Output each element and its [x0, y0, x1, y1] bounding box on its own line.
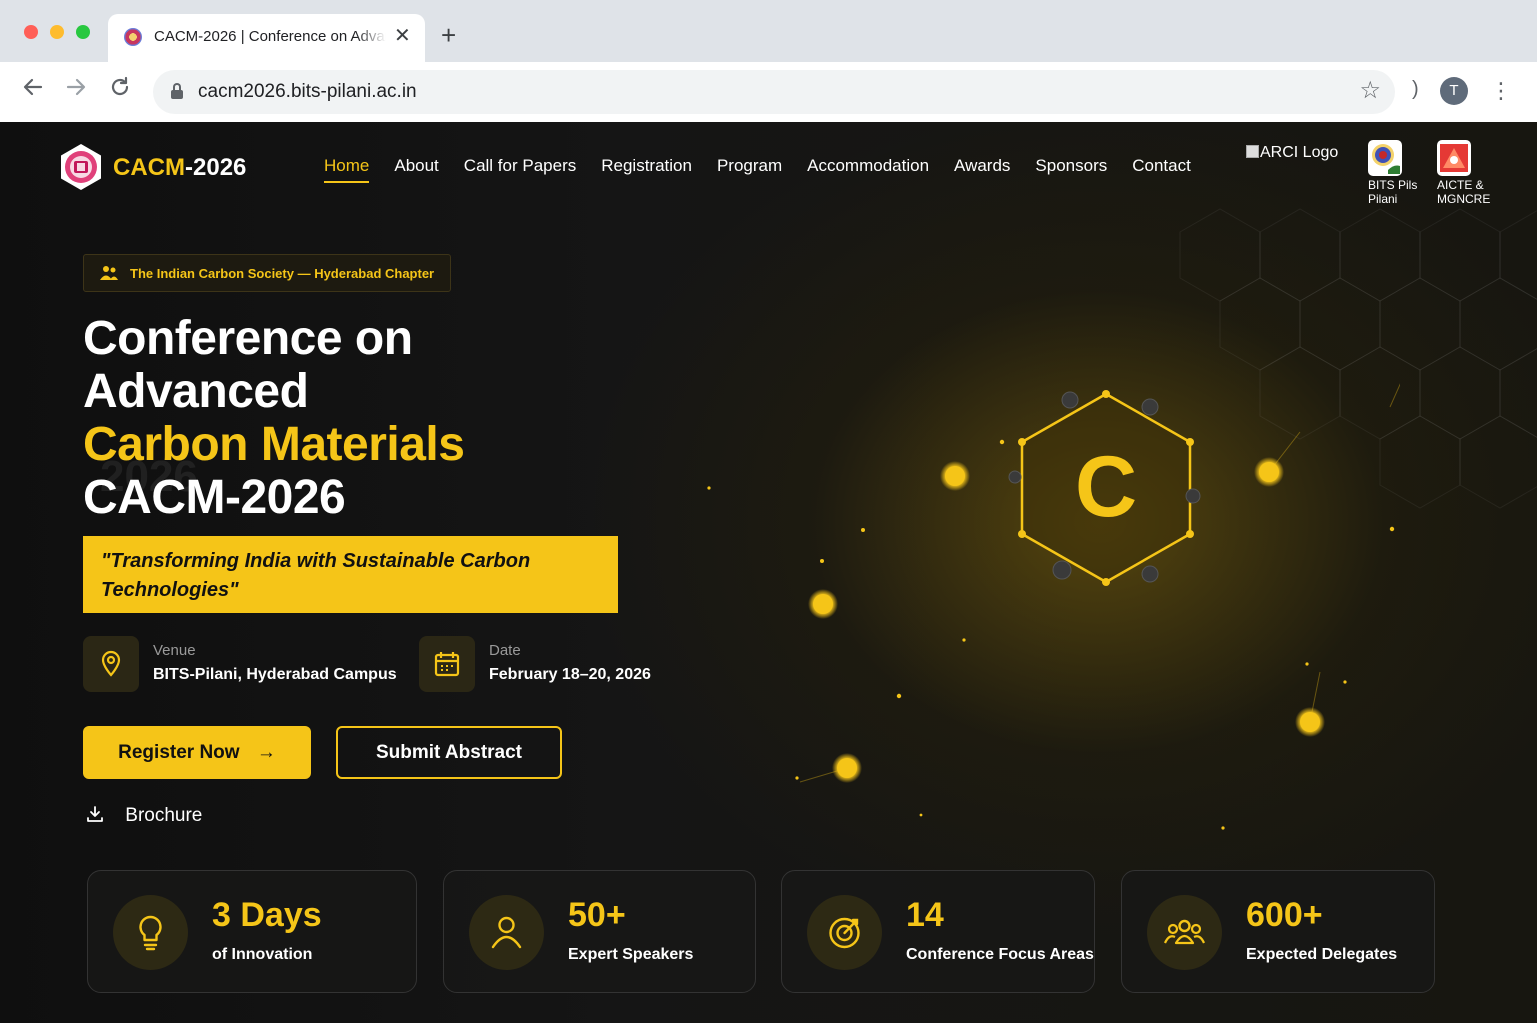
- hero-tagline: "Transforming India with Sustainable Car…: [83, 536, 618, 613]
- broken-image-icon: [1246, 145, 1259, 158]
- carbon-molecule-illustration: C: [707, 383, 1400, 830]
- stat-label: Expected Delegates: [1246, 946, 1398, 963]
- user-icon: [469, 895, 544, 970]
- nav-accommodation[interactable]: Accommodation: [807, 156, 929, 176]
- register-now-button[interactable]: Register Now →: [83, 726, 311, 779]
- nav-home[interactable]: Home: [324, 156, 370, 183]
- address-bar[interactable]: cacm2026.bits-pilani.ac.in ☆: [153, 70, 1395, 114]
- browser-tab-active[interactable]: CACM-2026 | Conference on Advanced Carbo…: [108, 14, 425, 62]
- browser-toolbar: cacm2026.bits-pilani.ac.in ☆: [0, 62, 1537, 122]
- tab-title: CACM-2026 | Conference on Advanced Carbo…: [154, 28, 386, 45]
- arci-logo-broken-image: ARCI Logo: [1246, 144, 1338, 162]
- users-icon: [100, 266, 118, 280]
- stat-value: 14: [906, 896, 944, 934]
- society-badge: The Indian Carbon Society — Hyderabad Ch…: [83, 254, 452, 292]
- browser-chrome: CACM-2026 | Conference on Advanced Carbo…: [0, 0, 1537, 122]
- kebab-menu-icon[interactable]: ⋮: [1490, 74, 1512, 108]
- brochure-download-link[interactable]: Brochure: [86, 805, 202, 827]
- new-tab-button[interactable]: +: [441, 20, 456, 50]
- nav-program[interactable]: Program: [717, 156, 782, 176]
- calendar-icon: [419, 636, 475, 692]
- stat-value: 600+: [1246, 896, 1323, 934]
- lock-icon[interactable]: [171, 83, 183, 99]
- stat-label: Expert Speakers: [568, 946, 694, 963]
- date-value: February 18–20, 2026: [489, 666, 651, 683]
- stat-card-focus-areas: 14 Conference Focus Areas: [781, 870, 1095, 993]
- nav-contact[interactable]: Contact: [1132, 156, 1191, 176]
- submit-abstract-button[interactable]: Submit Abstract: [336, 726, 562, 779]
- url-text[interactable]: cacm2026.bits-pilani.ac.in: [198, 81, 417, 103]
- back-arrow-icon[interactable]: [22, 76, 44, 106]
- extension-icon[interactable]: ): [1412, 78, 1419, 101]
- lightbulb-icon: [113, 895, 188, 970]
- bookmark-star-icon[interactable]: ☆: [1359, 78, 1381, 104]
- aicte-mgncre-logo: AICTE & MGNCRE: [1437, 140, 1490, 206]
- stat-label: Conference Focus Areas: [906, 946, 1094, 963]
- cacm-logo-icon[interactable]: [56, 142, 106, 192]
- group-icon: [1147, 895, 1222, 970]
- page-viewport: CACM-2026 Home About Call for Papers Reg…: [0, 122, 1537, 1023]
- stat-card-speakers: 50+ Expert Speakers: [443, 870, 756, 993]
- tab-bar: CACM-2026 | Conference on Advanced Carbo…: [0, 0, 1537, 62]
- venue-value: BITS-Pilani, Hyderabad Campus: [153, 666, 397, 683]
- nav-about[interactable]: About: [394, 156, 438, 176]
- molecule-letter: C: [1075, 439, 1137, 535]
- bits-pilani-logo: BITS Pils Pilani: [1368, 140, 1417, 206]
- venue-label: Venue: [153, 642, 196, 659]
- forward-arrow-icon[interactable]: [65, 76, 87, 106]
- stat-value: 50+: [568, 896, 626, 934]
- brand-title[interactable]: CACM-2026: [113, 154, 246, 182]
- target-icon: [807, 895, 882, 970]
- arrow-right-icon: →: [256, 742, 276, 763]
- date-label: Date: [489, 642, 521, 659]
- aicte-emblem-icon: [1437, 140, 1471, 176]
- reload-icon[interactable]: [109, 76, 131, 106]
- bits-emblem-icon: [1368, 140, 1402, 176]
- main-nav: Home About Call for Papers Registration …: [324, 156, 1216, 183]
- minimize-window-button[interactable]: [50, 25, 64, 39]
- stat-label: of Innovation: [212, 946, 313, 963]
- download-icon: [87, 806, 103, 822]
- location-pin-icon: [83, 636, 139, 692]
- maximize-window-button[interactable]: [76, 25, 90, 39]
- site-favicon-icon: [124, 28, 142, 46]
- hero-title: Conference on Advanced Carbon Materials …: [83, 312, 465, 524]
- nav-sponsors[interactable]: Sponsors: [1035, 156, 1107, 176]
- nav-awards[interactable]: Awards: [954, 156, 1010, 176]
- nav-registration[interactable]: Registration: [601, 156, 692, 176]
- close-window-button[interactable]: [24, 25, 38, 39]
- stat-value: 3 Days: [212, 896, 322, 934]
- tab-close-icon[interactable]: ✕: [394, 24, 411, 48]
- stat-card-delegates: 600+ Expected Delegates: [1121, 870, 1435, 993]
- profile-avatar[interactable]: T: [1440, 77, 1468, 105]
- stat-card-days: 3 Days of Innovation: [87, 870, 417, 993]
- nav-call-for-papers[interactable]: Call for Papers: [464, 156, 576, 176]
